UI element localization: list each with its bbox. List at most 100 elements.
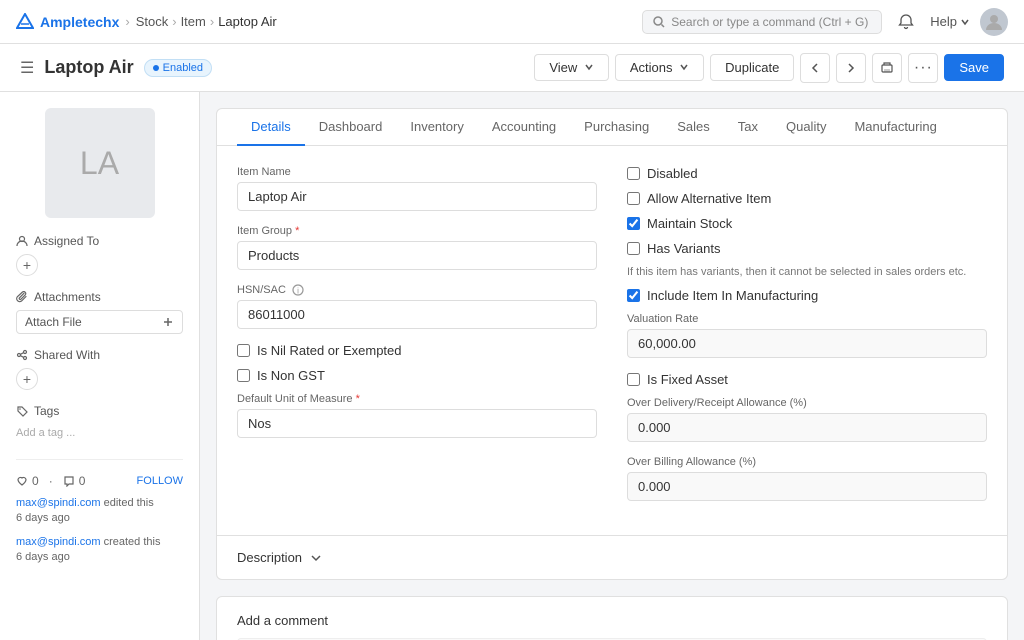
app-logo[interactable]: Ampletechx [16,13,119,31]
app-name: Ampletechx [40,14,119,30]
is-fixed-asset-checkbox[interactable] [627,373,640,386]
prev-record-button[interactable] [800,53,830,83]
default-uom-input[interactable] [237,409,597,438]
activity-action-0: edited this [104,497,154,509]
breadcrumb-stock[interactable]: Stock [136,14,169,29]
is-non-gst-label: Is Non GST [257,368,325,383]
disabled-row: Disabled [627,166,987,181]
duplicate-button[interactable]: Duplicate [710,54,794,81]
help-button[interactable]: Help [930,14,970,29]
notifications-icon[interactable] [892,8,920,36]
form-body: Item Name Item Group * HSN/SAC [217,146,1007,535]
actions-button[interactable]: Actions [615,54,704,81]
tab-inventory[interactable]: Inventory [396,109,477,146]
chevron-down-icon [960,17,970,27]
hsn-sac-input[interactable] [237,300,597,329]
tag-icon [16,405,28,417]
valuation-rate-label: Valuation Rate [627,313,987,325]
nav-right: Search or type a command (Ctrl + G) Help [642,8,1008,36]
is-nil-rated-checkbox[interactable] [237,344,250,357]
item-group-label: Item Group * [237,225,597,237]
activity-time-0: 6 days ago [16,512,70,524]
search-placeholder: Search or type a command (Ctrl + G) [671,15,868,29]
is-nil-rated-row: Is Nil Rated or Exempted [237,343,597,358]
view-chevron-icon [584,62,594,72]
item-group-input[interactable] [237,241,597,270]
disabled-label: Disabled [647,166,698,181]
shared-with-label: Shared With [16,348,183,362]
allow-alternative-label: Allow Alternative Item [647,191,771,206]
assigned-to-section: Assigned To + [16,234,183,276]
valuation-rate-input[interactable] [627,329,987,358]
include-manufacturing-checkbox[interactable] [627,289,640,302]
tags-label: Tags [16,404,183,418]
sidebar: LA Assigned To + Attachments Attach File [0,92,200,640]
maintain-stock-row: Maintain Stock [627,216,987,231]
maintain-stock-label: Maintain Stock [647,216,732,231]
over-delivery-group: Over Delivery/Receipt Allowance (%) [627,397,987,442]
form-left: Item Name Item Group * HSN/SAC [237,166,597,515]
user-icon [16,235,28,247]
description-toggle[interactable]: Description [237,550,987,565]
allow-alternative-checkbox[interactable] [627,192,640,205]
follow-button[interactable]: FOLLOW [137,475,183,487]
comment-icon [63,475,75,487]
user-avatar[interactable] [980,8,1008,36]
has-variants-checkbox[interactable] [627,242,640,255]
view-button[interactable]: View [534,54,609,81]
comment-section: Add a comment [216,596,1008,640]
over-delivery-input[interactable] [627,413,987,442]
tags-section: Tags Add a tag ... [16,404,183,439]
tab-quality[interactable]: Quality [772,109,840,146]
over-billing-input[interactable] [627,472,987,501]
svg-text:i: i [297,287,299,296]
header-actions: View Actions Duplicate [534,53,1004,83]
share-icon [16,349,28,361]
tab-details[interactable]: Details [237,109,305,146]
is-non-gst-row: Is Non GST [237,368,597,383]
breadcrumb-current: Laptop Air [218,14,277,29]
valuation-rate-group: Valuation Rate [627,313,987,358]
disabled-checkbox[interactable] [627,167,640,180]
item-group-group: Item Group * [237,225,597,270]
breadcrumb-item[interactable]: Item [181,14,206,29]
more-options-button[interactable]: ··· [908,53,938,83]
title-area: ☰ Laptop Air Enabled [20,57,212,78]
default-uom-label: Default Unit of Measure * [237,393,597,405]
search-box[interactable]: Search or type a command (Ctrl + G) [642,10,882,34]
assigned-to-label: Assigned To [16,234,183,248]
add-shared-button[interactable]: + [16,368,38,390]
tab-sales[interactable]: Sales [663,109,724,146]
main-layout: LA Assigned To + Attachments Attach File [0,92,1024,640]
is-nil-rated-label: Is Nil Rated or Exempted [257,343,402,358]
hsn-sac-group: HSN/SAC i [237,284,597,329]
has-variants-row: Has Variants [627,241,987,256]
activity-user-1[interactable]: max@spindi.com [16,536,101,548]
item-name-input[interactable] [237,182,597,211]
shared-with-section: Shared With + [16,348,183,390]
breadcrumb: Stock › Item › Laptop Air [136,14,277,29]
activity-user-0[interactable]: max@spindi.com [16,497,101,509]
attach-file-button[interactable]: Attach File [16,310,183,334]
top-navigation: Ampletechx › Stock › Item › Laptop Air S… [0,0,1024,44]
next-record-button[interactable] [836,53,866,83]
allow-alternative-row: Allow Alternative Item [627,191,987,206]
print-button[interactable] [872,53,902,83]
tab-dashboard[interactable]: Dashboard [305,109,397,146]
variants-info-text: If this item has variants, then it canno… [627,266,987,278]
tab-accounting[interactable]: Accounting [478,109,570,146]
tab-manufacturing[interactable]: Manufacturing [840,109,950,146]
save-button[interactable]: Save [944,54,1004,81]
content-card: Details Dashboard Inventory Accounting P… [216,108,1008,580]
tab-purchasing[interactable]: Purchasing [570,109,663,146]
comments-count: 0 [63,474,86,488]
maintain-stock-checkbox[interactable] [627,217,640,230]
is-non-gst-checkbox[interactable] [237,369,250,382]
include-manufacturing-row: Include Item In Manufacturing [627,288,987,303]
ellipsis-icon: ··· [914,59,933,77]
tab-tax[interactable]: Tax [724,109,772,146]
sidebar-toggle-icon[interactable]: ☰ [20,58,34,78]
add-tag-label[interactable]: Add a tag ... [16,427,75,439]
add-assigned-button[interactable]: + [16,254,38,276]
over-billing-label: Over Billing Allowance (%) [627,456,987,468]
